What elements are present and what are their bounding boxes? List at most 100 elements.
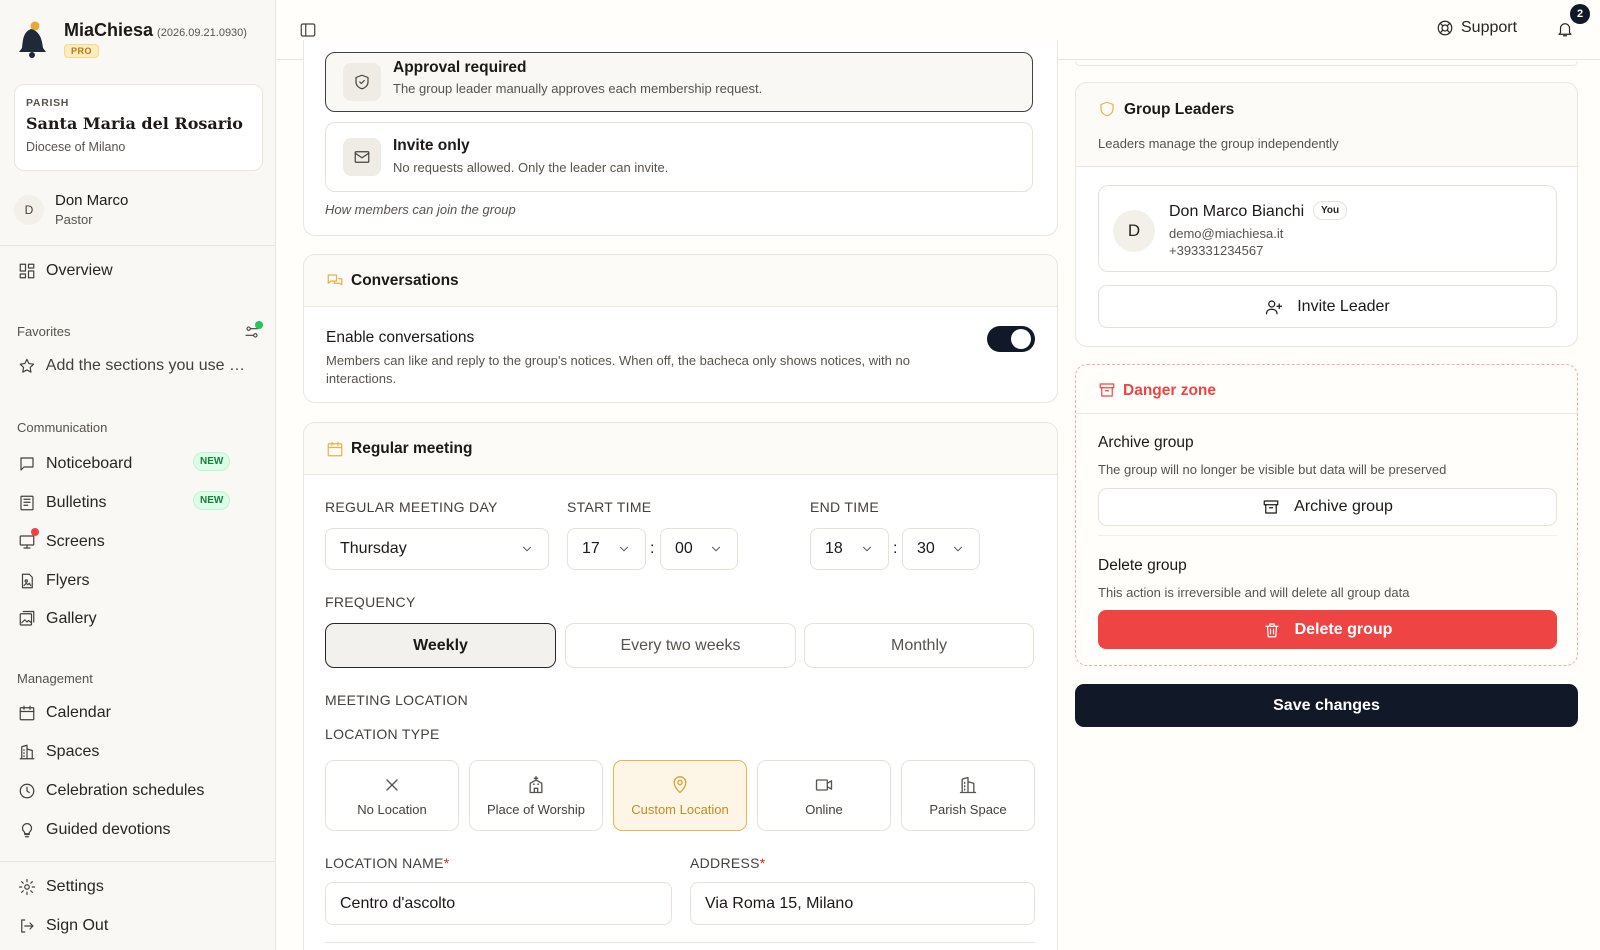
sidebar-item-screens[interactable]: Screens <box>18 530 258 554</box>
calendar-icon <box>326 440 344 458</box>
divider <box>0 861 275 862</box>
sidebar-item-label: Noticeboard <box>46 455 133 472</box>
location-type-label: Online <box>805 801 843 817</box>
location-type-none[interactable]: No Location <box>325 760 459 831</box>
location-name-input[interactable]: Centro d'ascolto <box>325 882 672 925</box>
building-icon <box>959 776 977 793</box>
sidebar-item-spaces[interactable]: Spaces <box>18 740 258 764</box>
new-badge: NEW <box>193 491 231 510</box>
address-label-text: ADDRESS <box>690 855 760 871</box>
leader-email: demo@miachiesa.it <box>1169 226 1284 241</box>
start-hour-value: 17 <box>582 540 600 557</box>
avatar: D <box>14 194 44 225</box>
notifications-bell-icon[interactable] <box>1556 20 1574 38</box>
bell-logo-icon <box>16 20 50 60</box>
chat-bubbles-icon <box>326 272 344 290</box>
location-type-online[interactable]: Online <box>757 760 891 831</box>
sidebar-toggle-icon[interactable] <box>299 21 317 39</box>
archive-icon <box>1263 500 1279 514</box>
divider <box>1098 535 1557 536</box>
address-value: Via Roma 15, Milano <box>705 894 854 912</box>
archive-group-button[interactable]: Archive group <box>1098 488 1557 526</box>
toggle-knob <box>1011 329 1031 349</box>
app-name: MiaChiesa <box>64 20 154 40</box>
join-option-approval[interactable]: Approval required The group leader manua… <box>325 52 1033 112</box>
sidebar-item-flyers[interactable]: Flyers <box>18 569 258 593</box>
join-option-invite[interactable]: Invite only No requests allowed. Only th… <box>325 122 1033 192</box>
meeting-day-label: REGULAR MEETING DAY <box>325 499 498 515</box>
sidebar-item-settings[interactable]: Settings <box>18 875 258 899</box>
leader-phone: +393331234567 <box>1169 243 1264 258</box>
sidebar-item-gallery[interactable]: Gallery <box>18 607 258 631</box>
enable-conversations-label: Enable conversations <box>326 329 475 346</box>
location-type-custom[interactable]: Custom Location <box>613 760 747 831</box>
delete-group-button[interactable]: Delete group <box>1098 610 1557 649</box>
images-icon <box>19 610 35 626</box>
conversations-toggle[interactable] <box>987 326 1035 352</box>
sidebar-item-label: Overview <box>46 262 113 279</box>
join-option-title: Approval required <box>393 59 527 76</box>
card-header: Conversations <box>304 255 1057 307</box>
location-type-place-of-worship[interactable]: Place of Worship <box>469 760 603 831</box>
location-name-label: LOCATION NAME* <box>325 855 450 871</box>
sidebar-item-favorites-hint[interactable]: Add the sections you use most <box>18 354 258 378</box>
location-type-parish-space[interactable]: Parish Space <box>901 760 1035 831</box>
chevron-down-icon <box>620 546 628 552</box>
button-label: Archive group <box>1294 498 1393 515</box>
x-icon <box>386 778 398 791</box>
sidebar-item-celebration-schedules[interactable]: Celebration schedules <box>18 779 258 803</box>
sidebar-item-label: Gallery <box>46 610 97 627</box>
sidebar-item-label: Calendar <box>46 704 111 721</box>
parish-name: Santa Maria del Rosario <box>26 114 243 133</box>
parish-card[interactable]: PARISH Santa Maria del Rosario Diocese o… <box>14 84 263 171</box>
sidebar-item-sign-out[interactable]: Sign Out <box>18 914 258 938</box>
life-buoy-icon <box>1437 20 1453 36</box>
join-option-desc: The group leader manually approves each … <box>393 81 763 96</box>
user-name: Don Marco <box>55 192 129 209</box>
sidebar-item-label: Add the sections you use most <box>45 357 258 374</box>
sidebar-item-guided-devotions[interactable]: Guided devotions <box>18 818 258 842</box>
end-minute-value: 30 <box>917 540 935 557</box>
sidebar-item-label: Sign Out <box>46 917 109 934</box>
new-badge: NEW <box>193 452 231 471</box>
sidebar-item-overview[interactable]: Overview <box>18 259 258 283</box>
sidebar-item-label: Flyers <box>46 572 90 589</box>
start-minute-select[interactable]: 00 <box>660 528 738 570</box>
location-name-value: Centro d'ascolto <box>340 894 456 912</box>
leader-item[interactable]: D Don Marco Bianchi You demo@miachiesa.i… <box>1098 185 1557 272</box>
frequency-biweekly-button[interactable]: Every two weeks <box>565 623 796 668</box>
clock-icon <box>19 783 35 799</box>
end-hour-select[interactable]: 18 <box>810 528 889 570</box>
invite-leader-button[interactable]: Invite Leader <box>1098 285 1557 328</box>
meeting-day-select[interactable]: Thursday <box>325 528 549 570</box>
start-minute-value: 00 <box>675 540 693 557</box>
end-minute-select[interactable]: 30 <box>902 528 980 570</box>
address-input[interactable]: Via Roma 15, Milano <box>690 882 1035 925</box>
divider <box>0 245 275 246</box>
location-type-label: Custom Location <box>631 801 729 817</box>
archive-box-icon <box>1098 381 1116 399</box>
user-profile[interactable]: D Don Marco Pastor <box>14 192 128 227</box>
frequency-monthly-button[interactable]: Monthly <box>804 623 1034 668</box>
newspaper-icon <box>20 495 34 511</box>
communication-label: Communication <box>17 420 108 435</box>
frequency-weekly-button[interactable]: Weekly <box>325 623 556 668</box>
required-mark: * <box>443 855 450 871</box>
enable-conversations-desc: Members can like and reply to the group'… <box>326 353 910 386</box>
chevron-down-icon <box>712 546 720 552</box>
sidebar-item-label: Screens <box>46 533 105 550</box>
shield-icon <box>1098 100 1116 118</box>
leader-name: Don Marco Bianchi <box>1169 203 1305 220</box>
sidebar-item-label: Celebration schedules <box>46 782 205 799</box>
start-hour-select[interactable]: 17 <box>567 528 646 570</box>
support-button[interactable]: Support <box>1436 19 1517 37</box>
save-changes-button[interactable]: Save changes <box>1075 684 1578 727</box>
meeting-day-value: Thursday <box>340 540 407 557</box>
brand[interactable]: MiaChiesa (2026.09.21.0930) PRO <box>16 20 247 60</box>
gear-icon <box>18 878 36 896</box>
sidebar-item-calendar[interactable]: Calendar <box>18 701 258 725</box>
address-label: ADDRESS* <box>690 855 766 871</box>
delete-desc: This action is irreversible and will del… <box>1098 585 1410 600</box>
message-square-icon <box>20 457 34 471</box>
church-icon <box>529 775 543 793</box>
